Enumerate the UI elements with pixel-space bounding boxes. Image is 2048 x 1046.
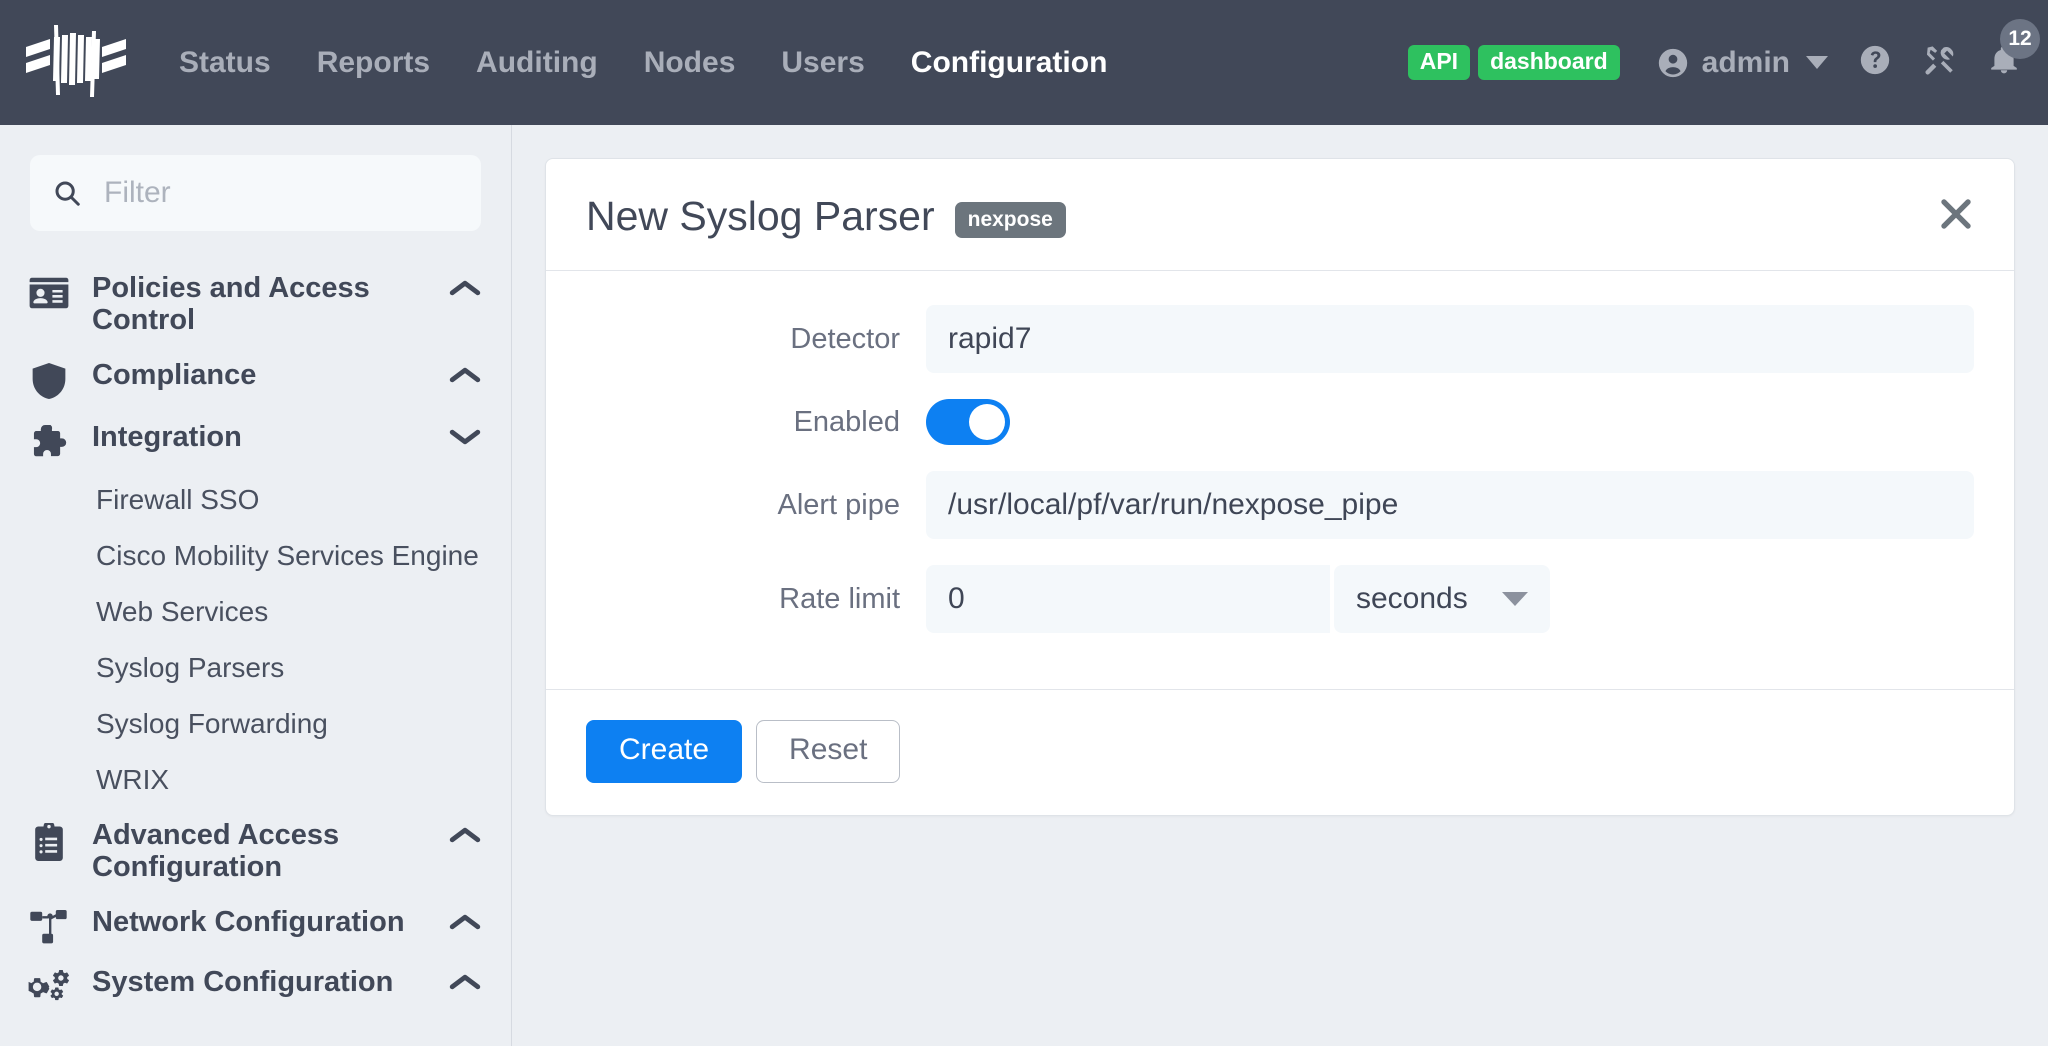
close-button[interactable]: [1934, 196, 1978, 237]
page-title: New Syslog Parser: [586, 193, 935, 240]
user-circle-icon: [1656, 46, 1690, 80]
primary-nav: Status Reports Auditing Nodes Users Conf…: [156, 0, 1130, 125]
dashboard-badge[interactable]: dashboard: [1478, 45, 1620, 80]
sidebar-filter[interactable]: [30, 155, 481, 231]
sidebar-group-label: System Configuration: [92, 966, 439, 998]
detector-label: Detector: [586, 323, 926, 356]
card-body: Detector Enabled Alert pipe Rate limit: [546, 271, 2014, 689]
rate-limit-group: seconds: [926, 565, 1550, 633]
cogs-icon: [26, 970, 72, 1004]
top-navbar: Status Reports Auditing Nodes Users Conf…: [0, 0, 2048, 125]
sitemap-icon: [26, 910, 72, 944]
chevron-up-icon[interactable]: [449, 912, 481, 932]
form-row-detector: Detector: [586, 305, 1974, 373]
id-card-icon: [26, 276, 72, 310]
page-body: Policies and Access Control Compliance: [0, 125, 2048, 1046]
puzzle-piece-icon: [26, 425, 72, 461]
help-button[interactable]: [1858, 43, 1892, 82]
user-menu[interactable]: admin: [1656, 46, 1828, 80]
alert-pipe-label: Alert pipe: [586, 489, 926, 522]
chevron-up-icon[interactable]: [449, 365, 481, 385]
alert-pipe-input[interactable]: [926, 471, 1974, 539]
main-content: New Syslog Parser nexpose Detector: [512, 125, 2048, 1046]
packetfence-logo[interactable]: [22, 22, 130, 104]
new-syslog-parser-card: New Syslog Parser nexpose Detector: [545, 158, 2015, 816]
user-menu-label: admin: [1702, 46, 1790, 80]
sidebar-group-compliance[interactable]: Compliance: [0, 348, 511, 410]
form-row-alert-pipe: Alert pipe: [586, 471, 1974, 539]
sidebar-group-network-configuration[interactable]: Network Configuration: [0, 895, 511, 955]
config-sidebar: Policies and Access Control Compliance: [0, 125, 512, 1046]
sidebar-group-label: Network Configuration: [92, 906, 439, 938]
notification-count-badge: 12: [2000, 19, 2040, 59]
sidebar-item-wrix[interactable]: WRIX: [0, 752, 511, 808]
close-icon: [1938, 196, 1974, 237]
sidebar-group-label: Integration: [92, 421, 439, 453]
rate-limit-label: Rate limit: [586, 583, 926, 616]
nav-link-auditing[interactable]: Auditing: [453, 0, 621, 125]
card-footer: Create Reset: [546, 689, 2014, 815]
form-row-enabled: Enabled: [586, 399, 1974, 445]
filter-input[interactable]: [102, 175, 459, 211]
search-icon: [52, 178, 82, 208]
nav-link-status[interactable]: Status: [156, 0, 294, 125]
rate-limit-unit-value: seconds: [1356, 582, 1468, 616]
sidebar-item-cisco-mobility-services-engine[interactable]: Cisco Mobility Services Engine: [0, 528, 511, 584]
shield-icon: [26, 363, 72, 399]
chevron-up-icon[interactable]: [449, 972, 481, 992]
sidebar-group-advanced-access-configuration[interactable]: Advanced Access Configuration: [0, 808, 511, 895]
navbar-right-group: API dashboard admin: [1408, 43, 2020, 82]
enabled-label: Enabled: [586, 406, 926, 439]
nav-link-reports[interactable]: Reports: [294, 0, 453, 125]
sidebar-group-label: Policies and Access Control: [92, 272, 439, 337]
enabled-toggle[interactable]: [926, 399, 1010, 445]
chevron-down-icon: [1502, 592, 1528, 606]
chevron-up-icon[interactable]: [449, 278, 481, 298]
parser-type-badge: nexpose: [955, 202, 1066, 238]
rate-limit-unit-select[interactable]: seconds: [1334, 565, 1550, 633]
tools-button[interactable]: [1922, 43, 1958, 82]
chevron-down-icon[interactable]: [449, 427, 481, 447]
sidebar-item-syslog-forwarding[interactable]: Syslog Forwarding: [0, 696, 511, 752]
tools-icon: [1922, 43, 1958, 82]
notifications-button[interactable]: 12: [1988, 43, 2020, 82]
card-header: New Syslog Parser nexpose: [546, 159, 2014, 271]
create-button[interactable]: Create: [586, 720, 742, 783]
chevron-up-icon[interactable]: [449, 825, 481, 845]
reset-button[interactable]: Reset: [756, 720, 900, 783]
nav-link-configuration[interactable]: Configuration: [888, 0, 1131, 125]
api-badge[interactable]: API: [1408, 45, 1470, 80]
form-row-rate-limit: Rate limit seconds: [586, 565, 1974, 633]
toggle-knob: [969, 404, 1005, 440]
sidebar-group-label: Advanced Access Configuration: [92, 819, 439, 884]
clipboard-list-icon: [26, 823, 72, 861]
sidebar-group-label: Compliance: [92, 359, 439, 391]
nav-link-users[interactable]: Users: [758, 0, 887, 125]
detector-input[interactable]: [926, 305, 1974, 373]
question-circle-icon: [1858, 43, 1892, 82]
sidebar-group-policies-and-access-control[interactable]: Policies and Access Control: [0, 261, 511, 348]
sidebar-group-integration[interactable]: Integration: [0, 410, 511, 472]
chevron-down-icon: [1806, 56, 1828, 69]
rate-limit-input[interactable]: [926, 565, 1330, 633]
nav-link-nodes[interactable]: Nodes: [621, 0, 759, 125]
sidebar-item-firewall-sso[interactable]: Firewall SSO: [0, 472, 511, 528]
sidebar-group-system-configuration[interactable]: System Configuration: [0, 955, 511, 1015]
sidebar-item-web-services[interactable]: Web Services: [0, 584, 511, 640]
sidebar-item-syslog-parsers[interactable]: Syslog Parsers: [0, 640, 511, 696]
